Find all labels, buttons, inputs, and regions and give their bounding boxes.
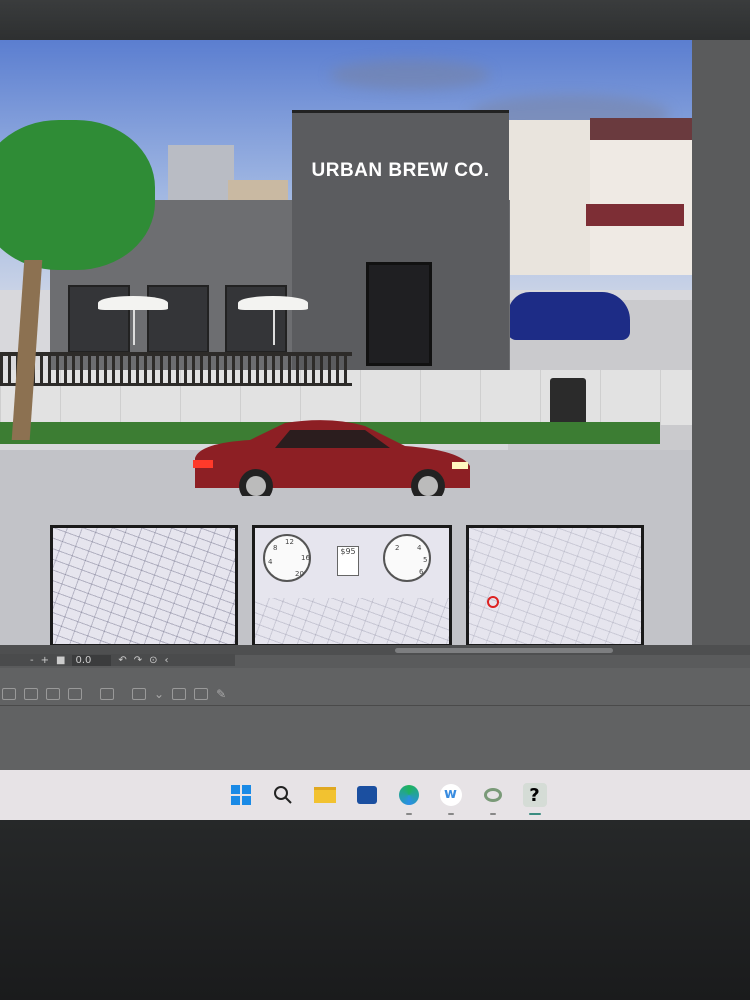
new-raster-layer-icon[interactable]	[2, 687, 16, 700]
rotate-right-icon[interactable]: ↷	[134, 655, 142, 666]
drawing-canvas[interactable]: URBAN BREW CO. 12 8 16 4 20 $95 2 4 5 6	[0, 40, 692, 645]
comic-panel-2[interactable]: 12 8 16 4 20 $95 2 4 5 6	[252, 525, 452, 645]
patio-fence	[0, 352, 352, 386]
cafe-sign: URBAN BREW CO.	[311, 160, 490, 181]
new-layer-icon[interactable]	[68, 687, 82, 700]
patio-umbrella	[238, 296, 308, 310]
store-icon[interactable]	[355, 783, 379, 807]
pen-icon[interactable]: ✎	[216, 687, 226, 701]
window	[68, 285, 130, 353]
screen: URBAN BREW CO. 12 8 16 4 20 $95 2 4 5 6 …	[0, 40, 750, 820]
monitor-bezel-bottom	[0, 820, 750, 1000]
collapse-icon[interactable]: ‹	[165, 655, 169, 666]
tree-foliage	[0, 120, 155, 270]
sketch-windows	[469, 528, 641, 644]
gauge-2: 2 4 5 6	[383, 534, 431, 582]
zoom-in-button[interactable]: +	[41, 655, 49, 666]
zoom-out-button[interactable]: -	[30, 655, 34, 666]
blue-car	[508, 292, 630, 340]
gauge-label: 16	[301, 554, 310, 562]
gauge-label: 2	[395, 544, 400, 552]
gauge-label: 8	[273, 544, 278, 552]
start-icon[interactable]	[229, 783, 253, 807]
gauge-label: 5	[423, 556, 428, 564]
gauge-label: 20	[295, 570, 304, 578]
new-folder-icon[interactable]	[46, 687, 60, 700]
no-sign-icon	[487, 596, 499, 608]
cloud	[330, 60, 490, 90]
price-tag: $95	[337, 546, 359, 576]
gauge-1: 12 8 16 4 20	[263, 534, 311, 582]
file-explorer-icon[interactable]	[313, 783, 337, 807]
background-tower	[168, 145, 234, 205]
awning	[586, 204, 684, 226]
umbrella-pole	[273, 305, 275, 345]
rotate-left-icon[interactable]: ↶	[118, 655, 126, 666]
sketch-cafe-interior	[53, 528, 235, 644]
layer-mask-icon[interactable]	[100, 687, 114, 700]
gauge-label: 4	[268, 558, 273, 566]
angle-field[interactable]: 0.0	[72, 654, 112, 666]
copilot-icon[interactable]	[481, 783, 505, 815]
w-app-icon[interactable]: w	[439, 783, 463, 815]
fit-button[interactable]: ■	[56, 655, 65, 666]
clip-studio-icon[interactable]: ?	[522, 783, 547, 815]
monitor-bezel-top	[0, 0, 750, 45]
scrollbar-thumb[interactable]	[395, 648, 613, 653]
reset-rotation-icon[interactable]: ⊙	[149, 655, 157, 666]
patio-umbrella	[98, 296, 168, 310]
red-car	[193, 420, 470, 496]
chevron-down-icon[interactable]: ⌄	[154, 687, 164, 701]
gauge-label: 4	[417, 544, 422, 552]
cafe-door	[366, 262, 432, 366]
search-icon[interactable]	[271, 783, 295, 807]
gauge-label: 6	[419, 568, 424, 576]
umbrella-pole	[133, 305, 135, 345]
new-vector-layer-icon[interactable]	[24, 687, 38, 700]
storefront-building-red	[590, 118, 692, 275]
transfer-icon[interactable]	[132, 687, 146, 700]
edge-icon[interactable]	[397, 783, 421, 815]
comic-panel-1[interactable]	[50, 525, 238, 645]
gauge-label: 12	[285, 538, 294, 546]
sketch-coffee-machines	[255, 598, 449, 644]
windows-taskbar: w ?	[0, 770, 750, 820]
window	[147, 285, 209, 353]
layer-toolbar: ⌄ ✎	[0, 682, 750, 706]
clip-icon[interactable]	[194, 687, 209, 700]
navigator-bar: - + ■ 0.0 ↶ ↷ ⊙ ‹	[0, 654, 235, 666]
merge-icon[interactable]	[172, 687, 187, 700]
comic-panel-3[interactable]	[466, 525, 644, 645]
